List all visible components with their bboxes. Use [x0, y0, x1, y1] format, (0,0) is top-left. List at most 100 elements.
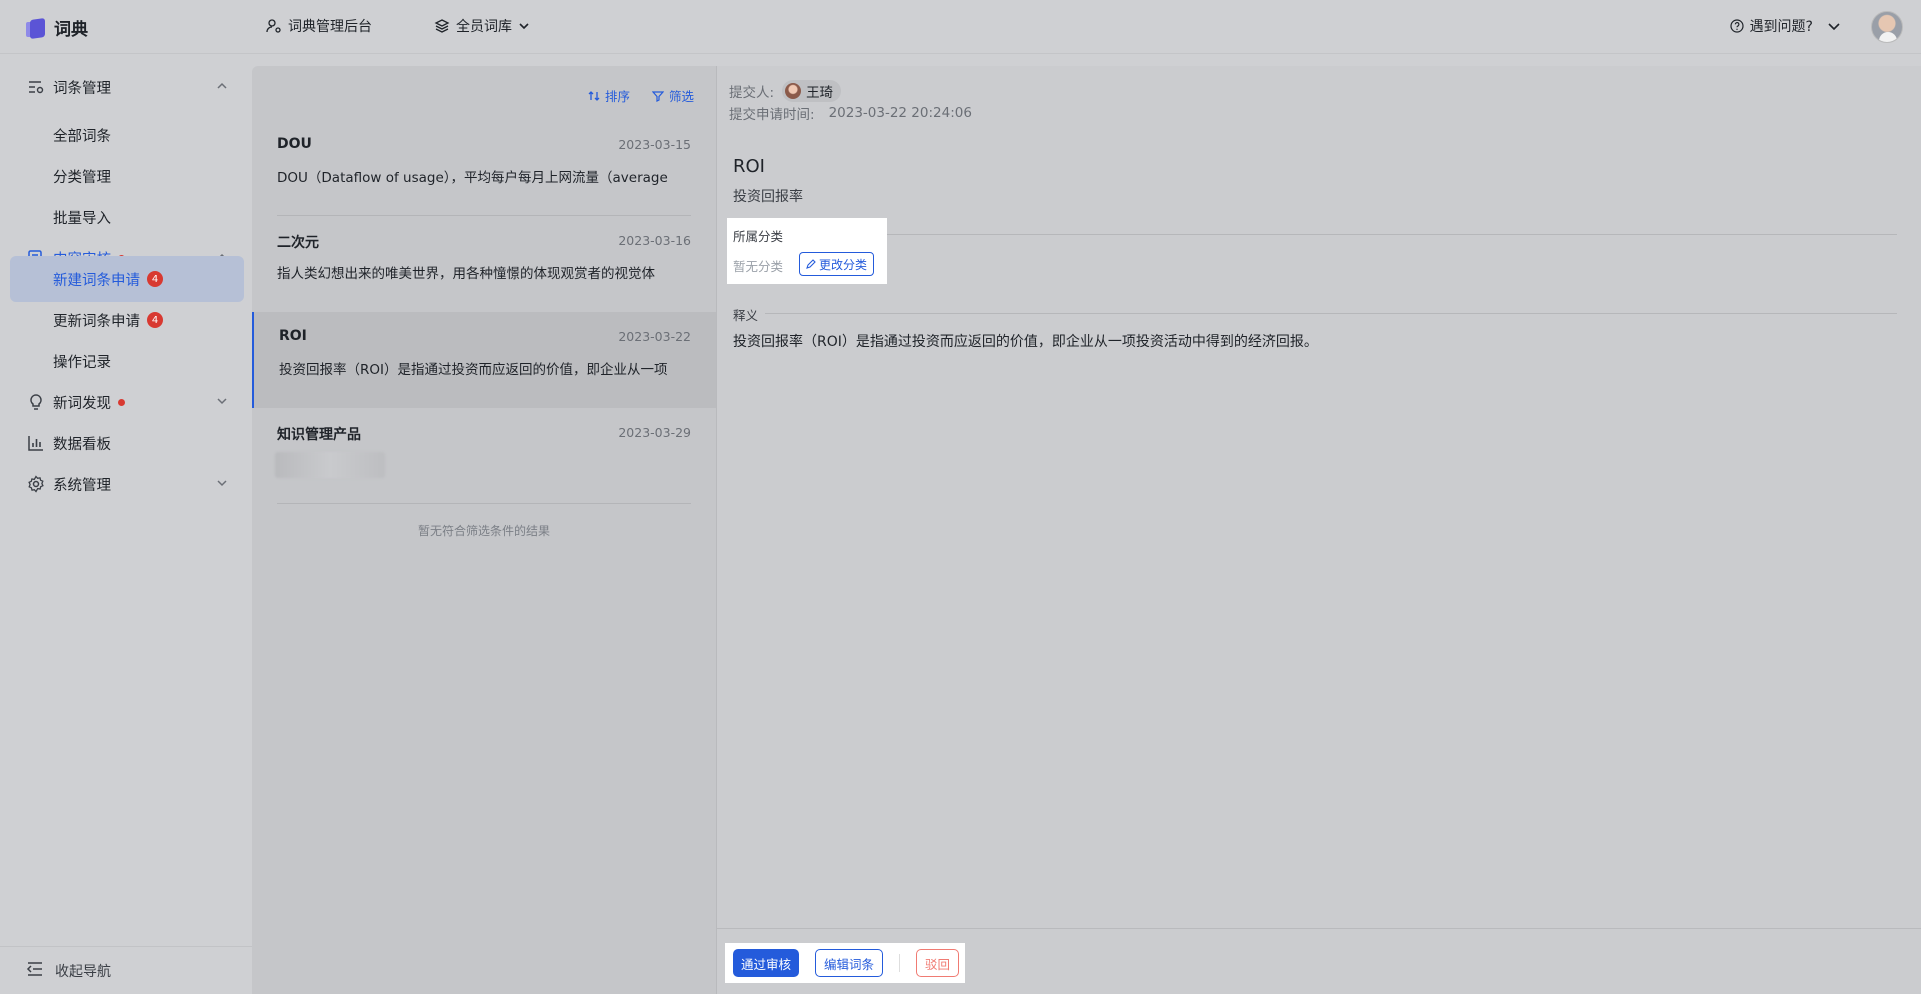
list-item[interactable]: 知识管理产品 2023-03-29	[252, 408, 716, 504]
count-badge: 4	[147, 271, 163, 287]
sidebar-item-bulk-import[interactable]: 批量导入	[10, 194, 244, 240]
question-circle-icon	[1729, 19, 1744, 33]
submitter-name: 王琦	[806, 85, 834, 101]
term-subtitle: 投资回报率	[733, 189, 803, 205]
list-toolbar: 排序 筛选	[588, 86, 694, 105]
library-label: 全员词库	[456, 19, 512, 35]
list-item-date: 2023-03-15	[618, 137, 691, 152]
sidebar-item-new-entry-requests[interactable]: 新建词条申请 4	[10, 256, 244, 302]
term-title: ROI	[733, 156, 765, 177]
collapse-icon	[26, 961, 44, 981]
empty-hint: 暂无符合筛选条件的结果	[417, 524, 550, 538]
reject-button[interactable]: 驳回	[916, 949, 960, 977]
notification-dot	[118, 398, 125, 406]
count-badge: 4	[147, 312, 163, 328]
list-item-date: 2023-03-29	[618, 425, 691, 440]
definition-header: 释义	[733, 308, 759, 323]
sidebar-group-label: 系统管理	[53, 477, 111, 494]
change-category-button[interactable]: 更改分类	[799, 252, 875, 276]
sidebar-item-label: 全部词条	[53, 128, 111, 145]
list-item-desc: 指人类幻想出来的唯美世界，用各种憧憬的体现观赏者的视觉体	[277, 266, 655, 282]
admin-console-label: 词典管理后台	[288, 19, 372, 35]
avatar	[785, 83, 802, 99]
top-bar: 词典 词典管理后台 全员词库 遇到问题?	[0, 0, 1921, 54]
divider	[765, 313, 1897, 314]
sidebar-item-operation-log[interactable]: 操作记录	[10, 338, 244, 384]
admin-console-link[interactable]: 词典管理后台	[266, 16, 372, 36]
help-label: 遇到问题?	[1749, 19, 1813, 35]
list-item-title: ROI	[279, 328, 307, 344]
category-value: 暂无分类	[733, 259, 784, 274]
submission-meta: 提交人: 王琦 提交申请时间: 2023-03-22 20:24:06	[729, 80, 972, 124]
sidebar-item-label: 更新词条申请	[53, 313, 140, 330]
chevron-down-icon	[1828, 23, 1840, 31]
user-avatar[interactable]	[1871, 11, 1903, 43]
submitter-row: 提交人: 王琦	[729, 80, 972, 102]
sidebar-group-new-word-discovery[interactable]: 新词发现	[10, 379, 244, 425]
chevron-down-icon	[216, 395, 228, 410]
request-list-panel: 排序 筛选 DOU 2023-03-15 DOU（Dataflow of usa…	[252, 66, 716, 994]
app-logo[interactable]: 词典	[26, 15, 88, 40]
chevron-up-icon	[216, 80, 228, 95]
list-item-date: 2023-03-22	[618, 329, 691, 344]
sidebar-item-all-entries[interactable]: 全部词条	[10, 112, 244, 158]
filter-button[interactable]: 筛选	[651, 86, 694, 105]
list-item-title: 二次元	[277, 235, 319, 251]
sort-label: 排序	[604, 89, 630, 104]
sort-button[interactable]: 排序	[588, 86, 630, 105]
category-header: 所属分类	[733, 229, 784, 244]
app-title: 词典	[54, 20, 88, 40]
sidebar-group-label-wrap: 新词发现	[53, 392, 125, 413]
sidebar-item-update-entry-requests[interactable]: 更新词条申请 4	[10, 297, 244, 343]
gear-icon	[26, 474, 46, 494]
list-item[interactable]: 二次元 2023-03-16 指人类幻想出来的唯美世界，用各种憧憬的体现观赏者的…	[252, 216, 716, 312]
action-buttons: 通过审核 编辑词条 驳回	[725, 943, 965, 983]
list-item-selected[interactable]: ROI 2023-03-22 投资回报率（ROI）是指通过投资而应返回的价值，即…	[252, 312, 716, 408]
list-item-desc: 投资回报率（ROI）是指通过投资而应返回的价值，即企业从一项	[279, 362, 668, 378]
sidebar-group-system-management[interactable]: 系统管理	[10, 461, 244, 507]
chevron-down-icon	[216, 477, 228, 492]
divider	[277, 503, 691, 504]
list-item-date: 2023-03-16	[618, 233, 691, 248]
sidebar-group-entry-management[interactable]: 词条管理	[10, 64, 244, 110]
divider	[899, 954, 901, 972]
list-item[interactable]: DOU 2023-03-15 DOU（Dataflow of usage），平均…	[252, 120, 716, 216]
help-menu[interactable]: 遇到问题?	[1729, 16, 1841, 36]
collapse-nav-button[interactable]: 收起导航	[0, 946, 252, 994]
sidebar-group-label: 新词发现	[53, 395, 111, 412]
submit-time-row: 提交申请时间: 2023-03-22 20:24:06	[729, 102, 972, 124]
approve-button[interactable]: 通过审核	[733, 949, 800, 977]
chevron-down-icon	[519, 23, 529, 30]
bar-chart-icon	[26, 433, 46, 453]
sidebar-item-label-wrap: 更新词条申请 4	[53, 310, 163, 331]
edit-entry-button[interactable]: 编辑词条	[815, 949, 884, 977]
edit-icon	[806, 259, 816, 269]
submitter-chip[interactable]: 王琦	[782, 80, 842, 102]
collapse-nav-label: 收起导航	[55, 963, 111, 980]
filter-icon	[651, 90, 664, 102]
divider	[733, 234, 1897, 235]
submit-time-label: 提交申请时间:	[729, 107, 815, 123]
sidebar-item-categories[interactable]: 分类管理	[10, 153, 244, 199]
sidebar-group-label: 数据看板	[53, 436, 111, 453]
blurred-placeholder	[275, 452, 385, 478]
definition-text: 投资回报率（ROI）是指通过投资而应返回的价值，即企业从一项投资活动中得到的经济…	[733, 334, 1318, 350]
list-item-title: 知识管理产品	[277, 427, 361, 443]
sidebar-item-label: 操作记录	[53, 354, 111, 371]
sidebar-item-label: 批量导入	[53, 210, 111, 227]
list-item-title: DOU	[277, 136, 312, 152]
filter-label: 筛选	[668, 89, 694, 104]
category-section: 所属分类 暂无分类 更改分类	[727, 218, 887, 284]
change-category-label: 更改分类	[819, 257, 868, 272]
layers-icon	[434, 19, 450, 33]
sidebar-item-label-wrap: 新建词条申请 4	[53, 269, 163, 290]
submitter-label: 提交人:	[729, 85, 775, 101]
sidebar-item-dashboard[interactable]: 数据看板	[10, 420, 244, 466]
list-item-desc: DOU（Dataflow of usage），平均每户每月上网流量（averag…	[277, 170, 668, 186]
sidebar: 词条管理 全部词条 分类管理 批量导入 内容审核 新建词条申请4 更新词条申请4…	[0, 54, 252, 994]
sidebar-group-label: 词条管理	[53, 80, 111, 97]
submit-time: 2023-03-22 20:24:06	[828, 105, 972, 121]
library-selector[interactable]: 全员词库	[434, 16, 530, 36]
sidebar-item-label: 分类管理	[53, 169, 111, 186]
dictionary-logo-icon	[26, 17, 46, 39]
